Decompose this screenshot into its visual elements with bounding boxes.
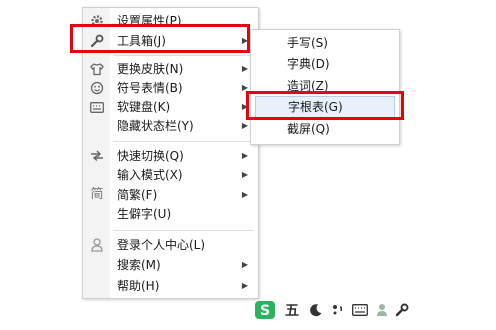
- menu-item-label: 输入模式(X): [117, 168, 183, 182]
- menu-separator: [113, 55, 254, 56]
- menu-item-label: 软键盘(K): [117, 100, 171, 114]
- menu-item-label: 登录个人中心(L): [117, 238, 206, 252]
- ime-status-toolbar: S 五: [251, 296, 411, 324]
- switch-arrows-icon: [89, 148, 105, 164]
- menu-item-skin[interactable]: 更换皮肤(N) ▶: [83, 59, 258, 79]
- submenu-arrow-icon: ▶: [241, 64, 248, 73]
- menu-item-input-mode[interactable]: 输入模式(X) ▶: [83, 165, 258, 185]
- jian-character-icon: 简: [90, 187, 104, 202]
- highlight-box-radical-table: [246, 91, 404, 120]
- punctuation-icon[interactable]: [329, 300, 347, 320]
- menu-item-login[interactable]: 登录个人中心(L): [83, 235, 258, 255]
- menu-item-hide-statusbar[interactable]: 隐藏状态栏(Y) ▶: [83, 116, 258, 136]
- submenu-arrow-icon: ▶: [241, 260, 248, 269]
- submenu-item-label: 手写(S): [287, 36, 328, 50]
- wrench-icon[interactable]: [393, 300, 411, 320]
- menu-item-quick-switch[interactable]: 快速切换(Q) ▶: [83, 146, 258, 166]
- sogou-s-logo-icon[interactable]: S: [253, 300, 277, 320]
- menu-item-emoticons[interactable]: 符号表情(B) ▶: [83, 78, 258, 98]
- svg-text:S: S: [260, 303, 270, 319]
- submenu-arrow-icon: ▶: [241, 151, 248, 160]
- smiley-icon: [89, 80, 105, 96]
- submenu-arrow-icon: ▶: [241, 190, 248, 199]
- toolbox-submenu: 手写(S) 字典(D) 造词(Z) 字根表(G) 截屏(Q): [250, 29, 400, 145]
- submenu-arrow-icon: ▶: [241, 281, 248, 290]
- shirt-icon: [89, 61, 105, 77]
- menu-item-label: 帮助(H): [117, 279, 160, 293]
- submenu-arrow-icon: ▶: [241, 170, 248, 179]
- submenu-item-dictionary[interactable]: 字典(D): [255, 54, 395, 74]
- highlight-box-toolbox: [70, 24, 250, 53]
- menu-separator: [113, 141, 254, 142]
- chinese-mode-wu-button[interactable]: 五: [283, 300, 301, 320]
- menu-item-label: 更换皮肤(N): [117, 62, 184, 76]
- menu-item-label: 生僻字(U): [117, 207, 172, 221]
- menu-item-soft-keyboard[interactable]: 软键盘(K) ▶: [83, 97, 258, 117]
- menu-item-label: 符号表情(B): [117, 81, 183, 95]
- menu-separator: [113, 230, 254, 231]
- submenu-item-label: 字典(D): [287, 57, 330, 71]
- submenu-item-screenshot[interactable]: 截屏(Q): [255, 119, 395, 139]
- keyboard-icon: [89, 99, 105, 115]
- submenu-item-handwriting[interactable]: 手写(S): [255, 33, 395, 53]
- menu-item-help[interactable]: 帮助(H) ▶: [83, 276, 258, 296]
- menu-item-label: 快速切换(Q): [117, 149, 184, 163]
- menu-item-search[interactable]: 搜索(M) ▶: [83, 255, 258, 275]
- user-icon[interactable]: [373, 300, 391, 320]
- menu-item-label: 搜索(M): [117, 258, 161, 272]
- user-icon: [89, 237, 105, 253]
- submenu-item-label: 截屏(Q): [287, 122, 330, 136]
- moon-icon[interactable]: [307, 300, 325, 320]
- menu-item-rare-characters[interactable]: 生僻字(U): [83, 204, 258, 224]
- menu-item-simplified-traditional[interactable]: 简 简繁(F) ▶: [83, 185, 258, 205]
- keyboard-icon[interactable]: [351, 300, 369, 320]
- menu-item-label: 隐藏状态栏(Y): [117, 119, 194, 133]
- menu-item-label: 简繁(F): [117, 188, 158, 202]
